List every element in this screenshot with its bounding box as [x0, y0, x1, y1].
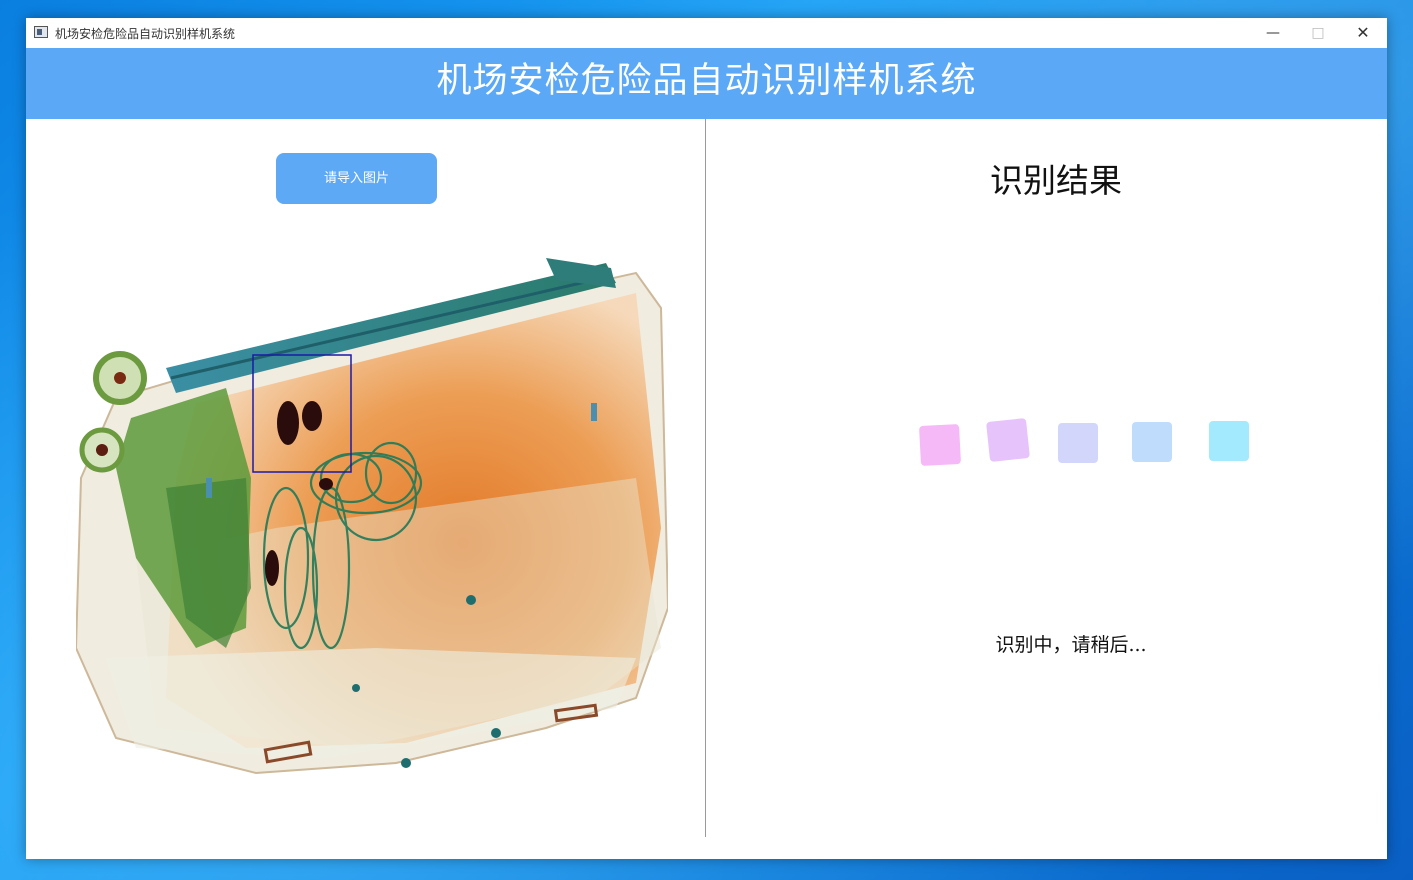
close-button[interactable]: ✕	[1340, 18, 1386, 48]
app-window-icon	[34, 26, 48, 38]
app-window: 机场安检危险品自动识别样机系统 — □ ✕ 机场安检危险品自动识别样机系统 请导…	[26, 18, 1387, 859]
loading-square-4	[1132, 422, 1172, 462]
maximize-button[interactable]: □	[1295, 18, 1341, 48]
app-header-banner: 机场安检危险品自动识别样机系统	[26, 48, 1387, 119]
minimize-button[interactable]: —	[1250, 18, 1296, 48]
recognition-status-text: 识别中，请稍后...	[995, 634, 1147, 656]
xray-baggage-image	[76, 228, 668, 780]
loading-square-3	[1058, 423, 1098, 463]
import-image-button[interactable]: 请导入图片	[276, 153, 437, 204]
loading-square-1	[918, 423, 962, 467]
window-title: 机场安检危险品自动识别样机系统	[55, 27, 236, 41]
loading-square-5	[1209, 421, 1249, 461]
title-bar: 机场安检危险品自动识别样机系统 — □ ✕	[26, 18, 1387, 48]
loading-square-2	[986, 418, 1030, 462]
panel-divider	[705, 119, 706, 837]
result-title: 识别结果	[990, 161, 1122, 200]
